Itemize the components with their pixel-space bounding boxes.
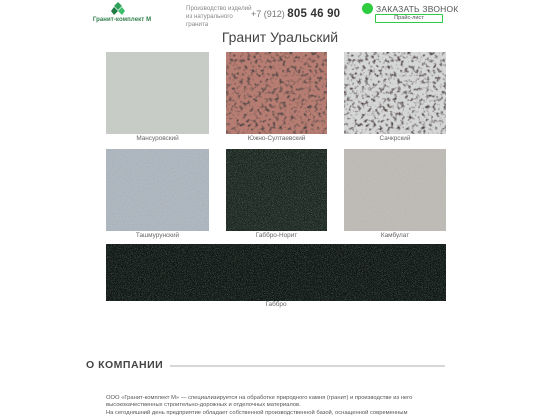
section-divider bbox=[170, 365, 445, 367]
phone-number[interactable]: +7 (912) 805 46 90 bbox=[251, 8, 340, 20]
about-line: На сегодняшний день предприятие обладает… bbox=[106, 409, 408, 416]
granite-swatch bbox=[226, 149, 327, 231]
pricelist-button[interactable]: Прайс-лист bbox=[375, 14, 443, 23]
granite-tile-yuzhno-sultaevsky[interactable]: Южно-Султаевский bbox=[226, 52, 327, 142]
site-header: Гранит-комплект М Производство изделий и… bbox=[0, 0, 560, 28]
logo[interactable]: Гранит-комплект М bbox=[82, 2, 162, 24]
granite-swatch bbox=[106, 149, 209, 231]
granite-caption: Ташмурунский bbox=[135, 232, 180, 239]
phone-main: 805 46 90 bbox=[287, 8, 341, 20]
granite-swatch bbox=[106, 52, 209, 134]
granite-tile-mansurovsky[interactable]: Мансуровский bbox=[106, 52, 209, 142]
logo-text: Гранит-комплект М bbox=[92, 17, 152, 23]
granite-caption: Сачкрский bbox=[379, 135, 411, 142]
logo-icon bbox=[111, 2, 125, 15]
section-title: О КОМПАНИИ bbox=[86, 359, 164, 371]
granite-swatch bbox=[106, 244, 446, 301]
granite-caption: Мансуровский bbox=[136, 135, 179, 142]
granite-tile-sachkrsky[interactable]: Сачкрский bbox=[344, 52, 446, 142]
granite-swatch bbox=[226, 52, 327, 134]
about-text: ООО «Гранит-комплект М» — специализирует… bbox=[106, 395, 436, 417]
phone-prefix: +7 (912) bbox=[251, 9, 285, 19]
granite-caption: Габбро-Норит bbox=[255, 232, 298, 239]
callback-label: ЗАКАЗАТЬ ЗВОНОК bbox=[376, 4, 459, 14]
phone-icon bbox=[362, 3, 373, 14]
granite-tile-gabbro[interactable]: Габбро bbox=[106, 244, 446, 310]
about-line: высококачественных строительно-дорожных … bbox=[106, 402, 301, 409]
granite-tile-kambulat[interactable]: Камбулат bbox=[344, 149, 446, 242]
about-line: ООО «Гранит-комплект М» — специализирует… bbox=[106, 395, 413, 401]
granite-caption: Южно-Султаевский bbox=[247, 135, 306, 142]
granite-caption: Габбро bbox=[265, 301, 287, 308]
granite-swatch bbox=[344, 149, 446, 231]
granite-swatch bbox=[344, 52, 446, 134]
granite-caption: Камбулат bbox=[380, 232, 410, 239]
granite-tile-tashmurunsky[interactable]: Ташмурунский bbox=[106, 149, 209, 242]
tagline: Производство изделий из натурального гра… bbox=[186, 5, 252, 28]
granite-tile-gabbro-norit[interactable]: Габбро-Норит bbox=[226, 149, 327, 242]
page-title: Гранит Уральский bbox=[221, 29, 339, 45]
